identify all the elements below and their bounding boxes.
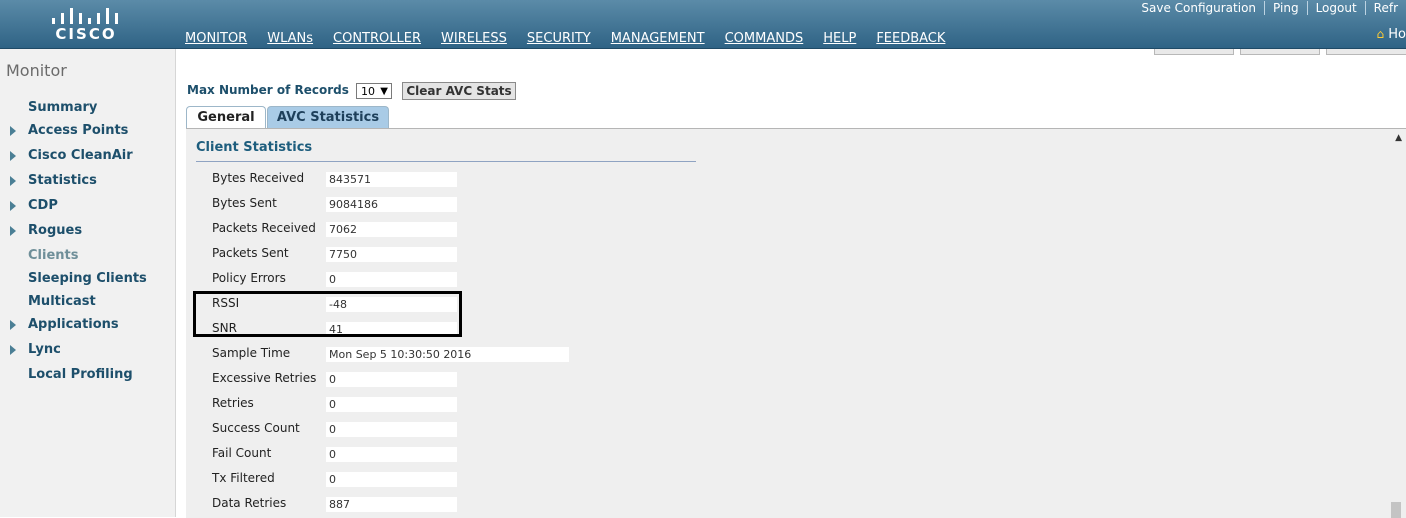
- stat-label-sample-time: Sample Time: [212, 346, 290, 360]
- expand-caret-icon[interactable]: [10, 126, 16, 136]
- client-statistics-panel: Client Statistics Bytes Received 843571 By…: [186, 128, 1406, 518]
- stat-value-success-count: 0: [326, 422, 457, 437]
- expand-caret-icon[interactable]: [10, 226, 16, 236]
- main-content: Max Number of Records 10 ▼ Clear AVC Sta…: [176, 49, 1406, 517]
- sidebar: Monitor Summary Access Points Cisco CleanA…: [0, 49, 176, 517]
- sidebar-item-cisco-cleanair[interactable]: Cisco CleanAir: [28, 148, 133, 163]
- refresh-link[interactable]: Refr: [1365, 1, 1406, 15]
- scroll-up-arrow-icon[interactable]: ▲: [1395, 133, 1402, 143]
- home-link[interactable]: ⌂ Ho: [1377, 27, 1406, 42]
- tab-avc-statistics[interactable]: AVC Statistics: [267, 106, 389, 128]
- sidebar-item-cdp[interactable]: CDP: [28, 198, 58, 213]
- sidebar-item-statistics[interactable]: Statistics: [28, 173, 97, 188]
- cisco-logo-bars-icon: [52, 4, 120, 24]
- stat-value-tx-filtered: 0: [326, 472, 457, 487]
- ping-link[interactable]: Ping: [1264, 1, 1307, 15]
- sidebar-item-summary[interactable]: Summary: [28, 100, 97, 115]
- sidebar-item-multicast[interactable]: Multicast: [28, 294, 96, 309]
- nav-feedback[interactable]: FEEDBACK: [876, 31, 945, 46]
- home-icon: ⌂: [1377, 27, 1385, 41]
- nav-monitor[interactable]: MONITOR: [185, 31, 247, 46]
- stat-label-packets-sent: Packets Sent: [212, 246, 289, 260]
- logout-link[interactable]: Logout: [1307, 1, 1365, 15]
- max-records-label: Max Number of Records: [187, 83, 349, 97]
- stat-label-bytes-sent: Bytes Sent: [212, 196, 277, 210]
- cisco-logo[interactable]: CISCO: [48, 4, 124, 44]
- stat-label-packets-received: Packets Received: [212, 221, 316, 235]
- top-links: Save ConfigurationPingLogoutRefr: [1133, 1, 1406, 17]
- sidebar-title: Monitor: [6, 61, 67, 80]
- stat-value-packets-sent: 7750: [326, 247, 457, 262]
- expand-caret-icon[interactable]: [10, 151, 16, 161]
- nav-security[interactable]: SECURITY: [527, 31, 591, 46]
- max-records-select[interactable]: 10 ▼: [356, 83, 392, 99]
- stat-label-bytes-received: Bytes Received: [212, 171, 304, 185]
- scrollbar-thumb[interactable]: [1391, 502, 1401, 518]
- sidebar-item-local-profiling[interactable]: Local Profiling: [28, 367, 133, 382]
- sidebar-item-applications[interactable]: Applications: [28, 317, 119, 332]
- stat-value-data-retries: 887: [326, 497, 457, 512]
- stat-value-packets-received: 7062: [326, 222, 457, 237]
- nav-help[interactable]: HELP: [823, 31, 856, 46]
- nav-wireless[interactable]: WIRELESS: [441, 31, 507, 46]
- sidebar-item-lync[interactable]: Lync: [28, 342, 61, 357]
- stat-value-sample-time: Mon Sep 5 10:30:50 2016: [326, 347, 569, 362]
- stat-value-policy-errors: 0: [326, 272, 457, 287]
- nav-commands[interactable]: COMMANDS: [725, 31, 804, 46]
- home-label: Ho: [1388, 27, 1406, 42]
- button-stub[interactable]: [1240, 49, 1320, 55]
- title-divider: [196, 161, 696, 162]
- stat-label-success-count: Success Count: [212, 421, 300, 435]
- sidebar-item-sleeping-clients[interactable]: Sleeping Clients: [28, 271, 147, 286]
- max-records-value: 10: [361, 84, 375, 100]
- expand-caret-icon[interactable]: [10, 201, 16, 211]
- clear-avc-stats-button[interactable]: Clear AVC Stats: [402, 82, 516, 100]
- cisco-logo-text: CISCO: [48, 25, 124, 43]
- expand-caret-icon[interactable]: [10, 345, 16, 355]
- stat-label-policy-errors: Policy Errors: [212, 271, 286, 285]
- stat-label-fail-count: Fail Count: [212, 446, 271, 460]
- stat-value-bytes-sent: 9084186: [326, 197, 457, 212]
- button-stub[interactable]: [1326, 49, 1406, 55]
- dropdown-arrow-icon: ▼: [380, 84, 388, 100]
- main-nav: MONITOR WLANs CONTROLLER WIRELESS SECURITY MA…: [176, 27, 965, 45]
- panel-title: Client Statistics: [196, 140, 312, 155]
- stat-label-retries: Retries: [212, 396, 254, 410]
- nav-management[interactable]: MANAGEMENT: [611, 31, 705, 46]
- stat-value-fail-count: 0: [326, 447, 457, 462]
- sidebar-item-access-points[interactable]: Access Points: [28, 123, 128, 138]
- stat-label-data-retries: Data Retries: [212, 496, 286, 510]
- stat-label-tx-filtered: Tx Filtered: [212, 471, 275, 485]
- top-header: CISCO Save ConfigurationPingLogoutRefr M…: [0, 0, 1406, 49]
- sidebar-item-rogues[interactable]: Rogues: [28, 223, 82, 238]
- expand-caret-icon[interactable]: [10, 320, 16, 330]
- expand-caret-icon[interactable]: [10, 176, 16, 186]
- stat-value-retries: 0: [326, 397, 457, 412]
- stat-value-bytes-received: 843571: [326, 172, 457, 187]
- rssi-snr-highlight-box: [193, 291, 462, 337]
- nav-wlans[interactable]: WLANs: [267, 31, 313, 46]
- nav-controller[interactable]: CONTROLLER: [333, 31, 421, 46]
- stat-value-excessive-retries: 0: [326, 372, 457, 387]
- tab-general[interactable]: General: [186, 106, 266, 128]
- save-configuration-link[interactable]: Save Configuration: [1133, 1, 1264, 15]
- button-stub[interactable]: [1154, 49, 1234, 55]
- stat-label-excessive-retries: Excessive Retries: [212, 371, 316, 385]
- sidebar-item-clients[interactable]: Clients: [28, 248, 78, 263]
